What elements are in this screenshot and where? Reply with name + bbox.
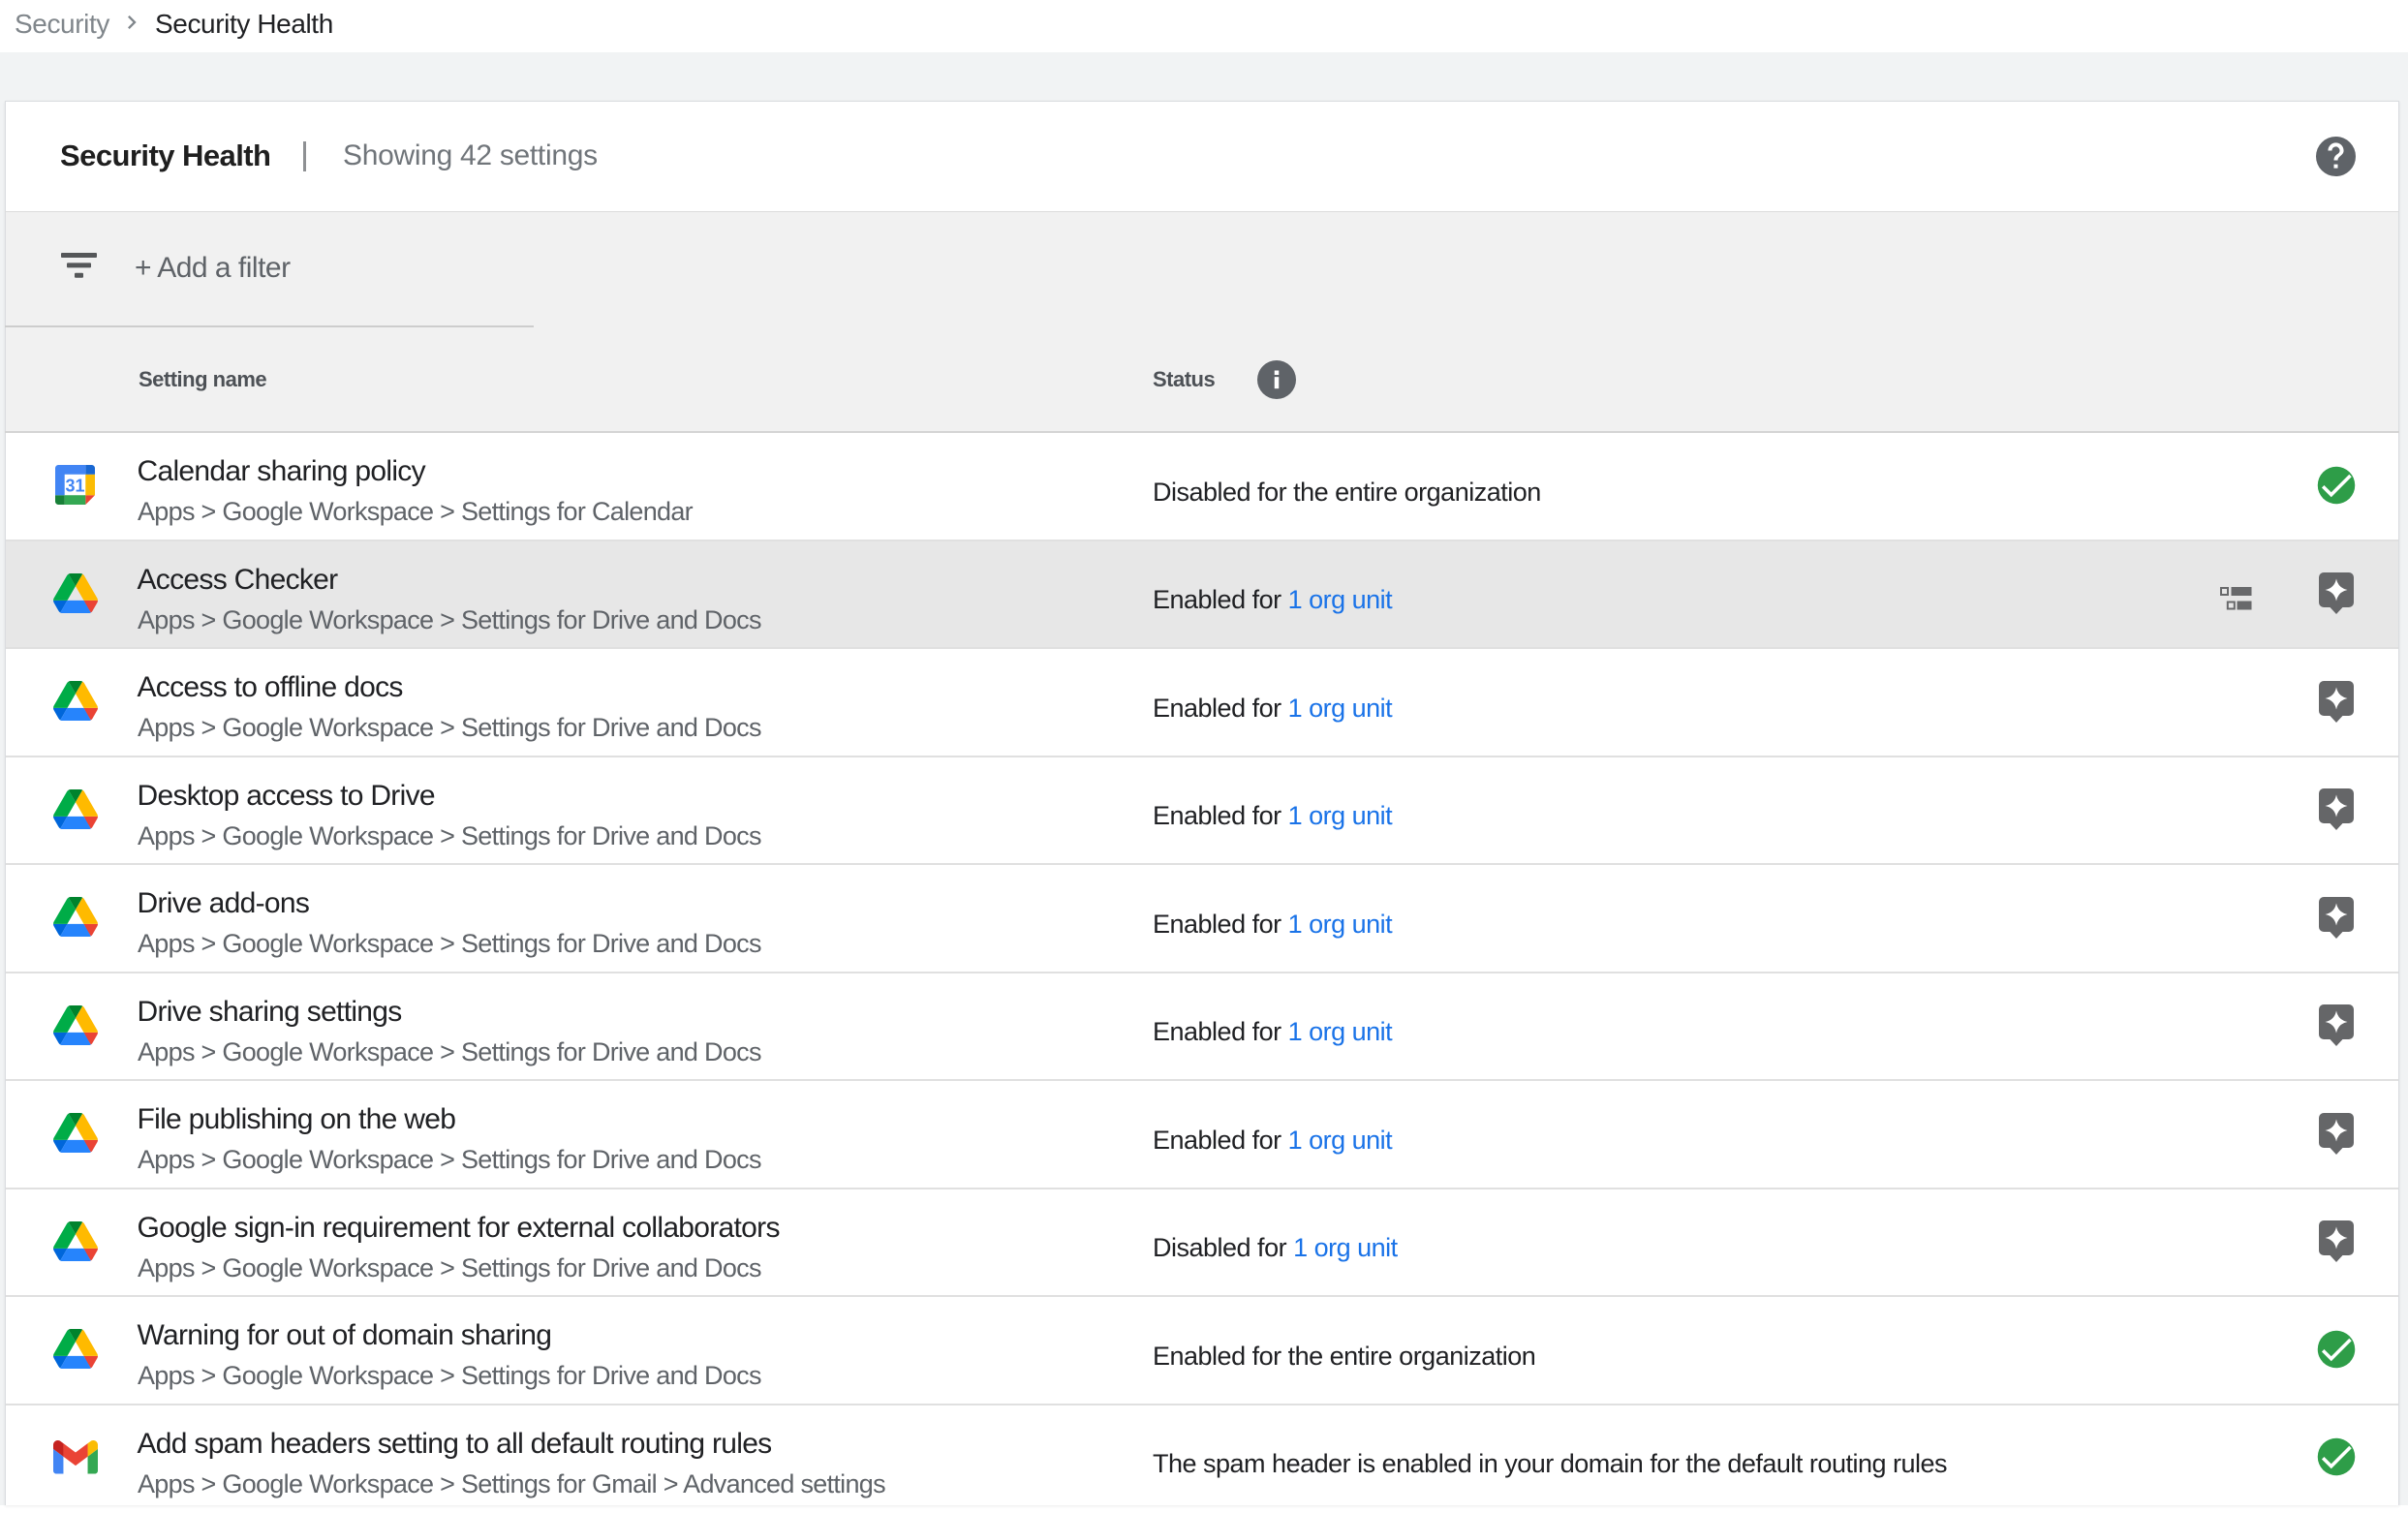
- svg-text:31: 31: [65, 477, 84, 496]
